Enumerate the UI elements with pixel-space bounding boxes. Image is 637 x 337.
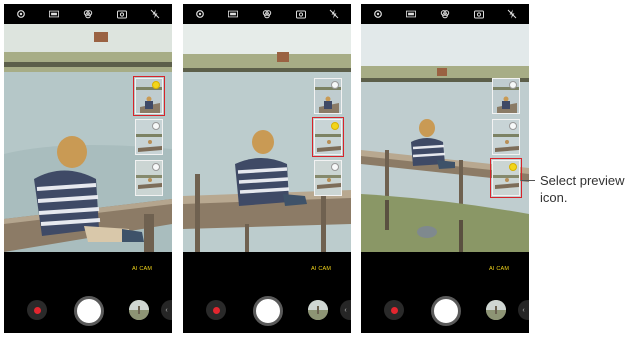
ai-scene-badge-icon <box>331 122 339 130</box>
preview-thumbnail-3[interactable] <box>314 160 342 196</box>
camera-controls: ‹ <box>183 286 351 333</box>
camera-top-bar <box>4 4 172 24</box>
shutter-button[interactable] <box>74 296 104 326</box>
settings-icon[interactable] <box>16 9 26 19</box>
side-panel-chevron-icon[interactable]: ‹ <box>161 300 172 320</box>
scene-badge-icon <box>331 81 339 89</box>
gallery-thumbnail-button[interactable] <box>129 300 149 320</box>
filter-icon[interactable] <box>440 9 450 19</box>
switch-camera-icon[interactable] <box>116 9 127 19</box>
ai-cam-label[interactable]: AI CAM <box>489 266 509 272</box>
preview-thumbnail-3[interactable] <box>135 160 163 196</box>
record-video-button[interactable] <box>27 300 47 320</box>
preview-thumbnail-2[interactable] <box>492 119 520 155</box>
preview-thumbnail-2[interactable] <box>135 119 163 155</box>
preview-strip <box>311 78 345 196</box>
settings-icon[interactable] <box>373 9 383 19</box>
camera-top-bar <box>183 4 351 24</box>
scene-badge-icon <box>509 122 517 130</box>
record-video-button[interactable] <box>384 300 404 320</box>
phone-screen-2: AI CAM ‹ <box>183 4 351 333</box>
flash-off-icon[interactable] <box>150 9 160 19</box>
flash-off-icon[interactable] <box>507 9 517 19</box>
aspect-ratio-icon[interactable] <box>49 9 60 19</box>
side-panel-chevron-icon[interactable]: ‹ <box>518 300 529 320</box>
ai-cam-label[interactable]: AI CAM <box>132 266 152 272</box>
filter-icon[interactable] <box>83 9 93 19</box>
scene-badge-icon <box>509 81 517 89</box>
switch-camera-icon[interactable] <box>295 9 306 19</box>
side-panel-chevron-icon[interactable]: ‹ <box>340 300 351 320</box>
switch-camera-icon[interactable] <box>473 9 484 19</box>
aspect-ratio-icon[interactable] <box>228 9 239 19</box>
scene-badge-icon <box>152 122 160 130</box>
callout-leader-line <box>521 180 535 181</box>
ai-scene-badge-icon <box>152 81 160 89</box>
record-dot-icon <box>390 306 398 314</box>
ai-scene-badge-icon <box>509 163 517 171</box>
preview-thumbnail-1[interactable] <box>492 78 520 114</box>
phone-screen-3: AI CAM ‹ <box>361 4 529 333</box>
preview-thumbnail-2-selected[interactable] <box>311 116 345 158</box>
ai-cam-label[interactable]: AI CAM <box>311 266 331 272</box>
gallery-thumbnail-button[interactable] <box>486 300 506 320</box>
phone-screen-1: AI CAM ‹ <box>4 4 172 333</box>
preview-strip <box>489 78 523 199</box>
camera-top-bar <box>361 4 529 24</box>
shutter-button[interactable] <box>253 296 283 326</box>
scene-badge-icon <box>152 163 160 171</box>
preview-strip <box>132 75 166 196</box>
camera-controls: ‹ <box>4 286 172 333</box>
record-dot-icon <box>33 306 41 314</box>
scene-badge-icon <box>331 163 339 171</box>
preview-thumbnail-1[interactable] <box>314 78 342 114</box>
flash-off-icon[interactable] <box>329 9 339 19</box>
camera-controls: ‹ <box>361 286 529 333</box>
gallery-thumbnail-button[interactable] <box>308 300 328 320</box>
record-video-button[interactable] <box>206 300 226 320</box>
preview-thumbnail-3-selected[interactable] <box>489 157 523 199</box>
record-dot-icon <box>212 306 220 314</box>
preview-thumbnail-1-selected[interactable] <box>132 75 166 117</box>
callout-text: Select preview icon. <box>540 173 625 205</box>
settings-icon[interactable] <box>195 9 205 19</box>
aspect-ratio-icon[interactable] <box>406 9 417 19</box>
shutter-button[interactable] <box>431 296 461 326</box>
filter-icon[interactable] <box>262 9 272 19</box>
